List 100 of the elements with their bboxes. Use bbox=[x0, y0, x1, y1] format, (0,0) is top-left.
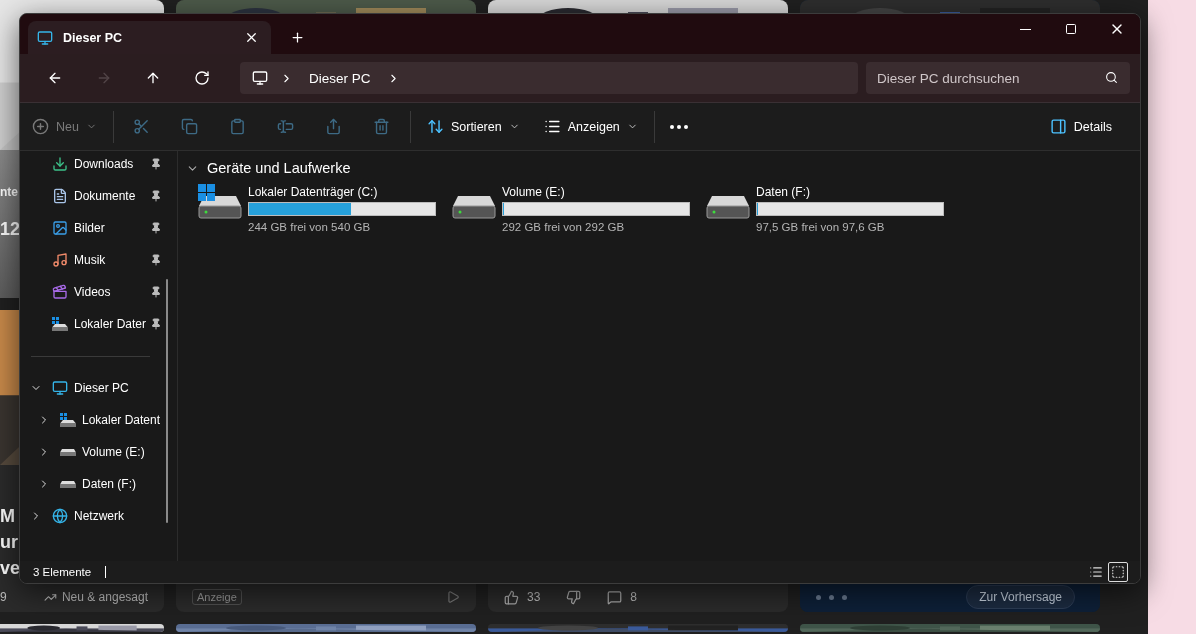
download-icon bbox=[52, 156, 68, 172]
plus-icon bbox=[289, 30, 305, 45]
page-dot[interactable] bbox=[842, 594, 847, 600]
tree-item[interactable]: Netzwerk bbox=[20, 500, 177, 532]
tree-item[interactable]: Lokaler Datent bbox=[20, 404, 177, 436]
drive-tile[interactable]: Lokaler Datenträger (C:) 244 GB frei von 540 GB bbox=[198, 181, 452, 236]
free-space-text: 97,5 GB frei von 97,6 GB bbox=[756, 220, 886, 235]
maximize-icon bbox=[1065, 23, 1077, 35]
monitor-icon bbox=[37, 29, 53, 46]
tree-item[interactable]: Volume (E:) bbox=[20, 436, 177, 468]
clipboard-icon bbox=[229, 118, 247, 135]
free-space-text: 244 GB frei von 540 GB bbox=[248, 220, 372, 235]
share-icon bbox=[325, 118, 343, 135]
tree-item[interactable]: Dieser PC bbox=[20, 372, 177, 404]
pin-icon[interactable] bbox=[150, 190, 162, 202]
tiles-icon bbox=[1111, 565, 1125, 579]
tab[interactable]: Dieser PC bbox=[28, 21, 271, 54]
quick-access-item[interactable]: Dokumente bbox=[20, 180, 177, 212]
quick-access-item[interactable]: Videos bbox=[20, 276, 177, 308]
monitor-icon bbox=[52, 380, 68, 396]
copy-icon bbox=[181, 118, 199, 135]
pin-icon[interactable] bbox=[150, 254, 162, 266]
tree-label: Daten (F:) bbox=[82, 477, 137, 491]
windows-drive-icon bbox=[60, 413, 76, 427]
ad-label: Anzeige bbox=[192, 589, 242, 605]
headline-text: ve bbox=[0, 557, 21, 580]
address-bar[interactable]: Dieser PC bbox=[240, 62, 858, 94]
network-icon bbox=[52, 508, 68, 524]
thumbs-up-icon[interactable] bbox=[504, 589, 519, 605]
pin-icon[interactable] bbox=[150, 318, 162, 330]
tree-item[interactable]: Daten (F:) bbox=[20, 468, 177, 500]
rename-icon bbox=[277, 118, 295, 135]
tiles-view-button[interactable] bbox=[1108, 562, 1128, 582]
windows-drive-icon bbox=[52, 317, 68, 331]
close-icon[interactable] bbox=[244, 30, 259, 45]
trend-label: Neu & angesagt bbox=[61, 590, 148, 604]
more-icon bbox=[669, 124, 688, 129]
drive-icon bbox=[60, 448, 76, 456]
comment-count: 8 bbox=[630, 590, 638, 604]
drive-tile[interactable]: Daten (F:) 97,5 GB frei von 97,6 GB bbox=[706, 181, 960, 236]
search-field[interactable]: Dieser PC durchsuchen bbox=[866, 62, 1130, 94]
quick-access-label: Bilder bbox=[74, 221, 106, 235]
details-pane-icon bbox=[1049, 118, 1067, 135]
forecast-button[interactable]: Zur Vorhersage bbox=[966, 585, 1075, 609]
quick-access-item[interactable]: Lokaler Dater bbox=[20, 308, 177, 340]
tree-label: Netzwerk bbox=[74, 509, 125, 523]
section-header[interactable]: Geräte und Laufwerke bbox=[186, 157, 351, 179]
headline-text: M bbox=[0, 505, 15, 528]
tree-label: Volume (E:) bbox=[82, 445, 146, 459]
details-button[interactable]: Details bbox=[1041, 110, 1120, 143]
document-icon bbox=[52, 188, 68, 204]
pin-icon[interactable] bbox=[150, 286, 162, 298]
refresh-icon bbox=[193, 70, 210, 86]
windows-drive-icon bbox=[198, 184, 242, 220]
tree-label: Lokaler Datent bbox=[82, 413, 162, 427]
video-icon bbox=[52, 284, 68, 300]
free-space-text: 292 GB frei von 292 GB bbox=[502, 220, 626, 235]
headline-text: nte bbox=[0, 186, 18, 198]
trash-icon bbox=[373, 118, 391, 135]
sort-button[interactable]: Sortieren bbox=[418, 110, 528, 143]
headline-text: 12 bbox=[0, 220, 21, 238]
quick-access-label: Videos bbox=[74, 285, 112, 299]
quick-access-item[interactable]: Musik bbox=[20, 244, 177, 276]
plus-circle-icon bbox=[32, 118, 49, 135]
page-dot[interactable] bbox=[816, 594, 821, 600]
quick-access-label: Musik bbox=[74, 253, 107, 267]
breadcrumb-item[interactable]: Dieser PC bbox=[305, 70, 375, 86]
view-button[interactable]: Anzeigen bbox=[535, 110, 646, 143]
comment-icon[interactable] bbox=[607, 589, 623, 605]
count-text: 9 bbox=[0, 590, 7, 604]
quick-access-label: Lokaler Dater bbox=[74, 317, 148, 331]
list-icon bbox=[543, 118, 561, 135]
image-icon bbox=[52, 220, 68, 236]
quick-access-item[interactable]: Bilder bbox=[20, 212, 177, 244]
list-icon bbox=[1089, 565, 1103, 579]
quick-access-label: Downloads bbox=[74, 157, 135, 171]
tab-title: Dieser PC bbox=[63, 30, 124, 45]
thumbs-down-icon[interactable] bbox=[566, 589, 582, 605]
monitor-icon bbox=[252, 70, 268, 86]
text-cursor bbox=[105, 566, 107, 578]
like-count: 33 bbox=[527, 590, 541, 604]
page-dot[interactable] bbox=[829, 594, 834, 600]
headline-text: ur bbox=[0, 531, 18, 554]
minimize-icon bbox=[1019, 28, 1031, 30]
drive-tile[interactable]: Volume (E:) 292 GB frei von 292 GB bbox=[452, 181, 706, 236]
tree-label: Dieser PC bbox=[74, 381, 130, 395]
scrollbar-thumb[interactable] bbox=[166, 279, 168, 523]
search-icon[interactable] bbox=[1105, 71, 1118, 84]
music-icon bbox=[52, 252, 68, 268]
drive-name: Daten (F:) bbox=[756, 185, 811, 200]
drive-name: Volume (E:) bbox=[502, 185, 566, 200]
drive-icon bbox=[60, 480, 76, 488]
pin-icon[interactable] bbox=[150, 158, 162, 170]
quick-access-item[interactable]: Downloads bbox=[20, 151, 177, 180]
quick-access-label: Dokumente bbox=[74, 189, 137, 203]
item-count: 3 Elemente bbox=[33, 566, 92, 578]
scissors-icon bbox=[133, 118, 151, 135]
pin-icon[interactable] bbox=[150, 222, 162, 234]
sort-icon bbox=[426, 118, 444, 135]
drive-name: Lokaler Datenträger (C:) bbox=[248, 185, 379, 200]
